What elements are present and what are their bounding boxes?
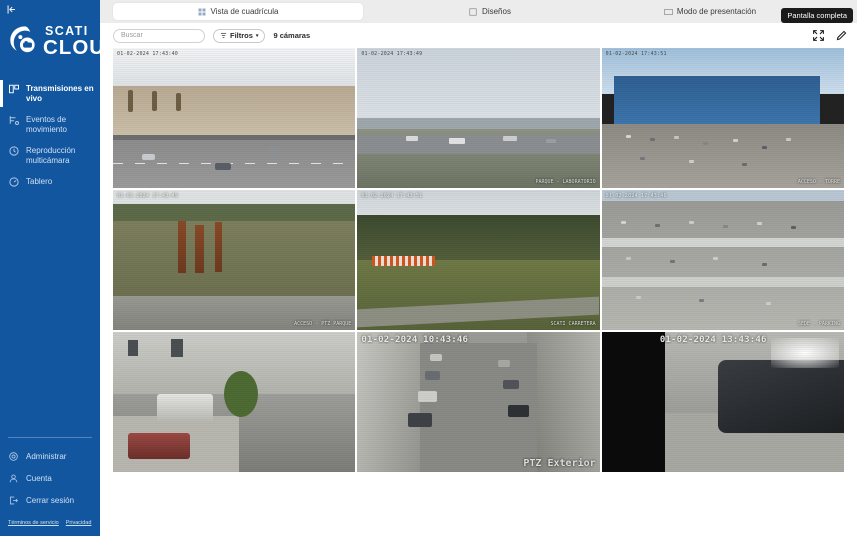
sidebar-item-transmisiones-en-vivo[interactable]: Transmisiones en vivo	[0, 78, 100, 109]
sidebar-item-administrar[interactable]: Administrar	[0, 446, 100, 468]
camera-tile[interactable]	[113, 332, 355, 472]
sidebar-item-label: Reproducción multicámara	[26, 145, 94, 166]
camera-name-label: PTZ Exterior	[523, 458, 595, 469]
camera-tile[interactable]: 01-02-2024 13:43:46	[602, 332, 844, 472]
camera-video-feed	[357, 190, 599, 330]
terms-of-service-link[interactable]: Términos de servicio	[8, 520, 59, 526]
camera-name-label: ACCESO - TORRE	[798, 179, 840, 185]
camera-name-label: SEDE - PARKING	[798, 321, 840, 327]
camera-tile[interactable]: 01-02-2024 17:43:51 SCATI CARRETERA	[357, 190, 599, 330]
view-controls	[812, 29, 848, 42]
camera-count-label: 9 cámaras	[273, 31, 310, 40]
camera-timestamp: 01-02-2024 17:43:49	[361, 51, 422, 57]
logout-icon	[8, 495, 20, 507]
camera-timestamp: 01-02-2024 17:43:51	[361, 193, 422, 199]
camera-timestamp: 01-02-2024 17:43:51	[606, 51, 667, 57]
sidebar-item-cuenta[interactable]: Cuenta	[0, 468, 100, 490]
camera-timestamp: 01-02-2024 13:43:46	[660, 335, 767, 345]
camera-name-label: PARQUE - LABORATORIO	[535, 179, 595, 185]
camera-tile[interactable]: 01-02-2024 17:43:46 SEDE - PARKING	[602, 190, 844, 330]
camera-tile[interactable]: 01-02-2024 17:43:49 ACCESO - PTZ PARQUE	[113, 190, 355, 330]
multicamera-playback-icon	[8, 145, 20, 157]
sidebar-item-eventos-de-movimiento[interactable]: Eventos de movimiento	[0, 109, 100, 140]
fullscreen-expand-icon	[812, 33, 825, 45]
collapse-left-icon	[6, 4, 17, 15]
camera-name-label: ACCESO - PTZ PARQUE	[294, 321, 351, 327]
camera-video-feed	[113, 332, 355, 472]
tab-disenos[interactable]: Diseños	[415, 3, 565, 20]
camera-timestamp: 01-02-2024 10:43:46	[361, 335, 468, 345]
tab-label: Diseños	[482, 7, 511, 16]
sidebar-item-label: Cerrar sesión	[26, 495, 74, 506]
grid-view-icon	[198, 8, 206, 16]
sidebar: SCATI CLOUD Transmisiones en vivo	[0, 0, 100, 536]
camera-timestamp: 01-02-2024 17:43:49	[117, 193, 178, 199]
camera-tile[interactable]: 01-02-2024 10:43:46 PTZ Exterior	[357, 332, 599, 472]
filters-label: Filtros	[230, 31, 253, 40]
filters-button[interactable]: Filtros ▾	[213, 29, 265, 43]
sidebar-bottom: Administrar Cuenta Cerrar sesión	[0, 437, 100, 536]
presentation-mode-icon	[664, 8, 672, 16]
camera-video-feed	[602, 48, 844, 188]
main-content: Vista de cuadrícula Diseños Modo de pres…	[100, 0, 857, 536]
scati-logo-icon	[8, 24, 42, 58]
scati-cloud-app: SCATI CLOUD Transmisiones en vivo	[0, 0, 857, 536]
camera-tile[interactable]: 01-02-2024 17:43:40	[113, 48, 355, 188]
sidebar-item-label: Transmisiones en vivo	[26, 83, 94, 104]
gear-icon	[8, 451, 20, 463]
search-input-wrapper[interactable]	[113, 29, 205, 43]
sidebar-nav: Transmisiones en vivo Eventos de movimie…	[0, 78, 100, 193]
sidebar-divider	[8, 437, 92, 438]
camera-grid: 01-02-2024 17:43:40 01-02-2024 17:43:49 …	[113, 48, 844, 472]
sidebar-item-cerrar-sesion[interactable]: Cerrar sesión	[0, 490, 100, 512]
view-tabs-bar: Vista de cuadrícula Diseños Modo de pres…	[100, 0, 857, 23]
camera-video-feed	[113, 48, 355, 188]
sidebar-collapse-button[interactable]	[0, 0, 100, 18]
camera-tile[interactable]: 01-02-2024 17:43:51 ACCESO - TORRE	[602, 48, 844, 188]
camera-timestamp: 01-02-2024 17:43:46	[606, 193, 667, 199]
fullscreen-button[interactable]	[812, 29, 825, 42]
dashboard-icon	[8, 176, 20, 188]
tab-vista-de-cuadricula[interactable]: Vista de cuadrícula	[113, 3, 363, 20]
camera-video-feed	[602, 332, 844, 472]
sidebar-item-label: Administrar	[26, 451, 66, 462]
edit-layout-button[interactable]	[835, 29, 848, 42]
tab-modo-de-presentacion[interactable]: Modo de presentación	[625, 3, 795, 20]
camera-timestamp: 01-02-2024 17:43:40	[117, 51, 178, 57]
fullscreen-tooltip: Pantalla completa	[781, 8, 853, 23]
camera-video-feed	[357, 332, 599, 472]
camera-tile[interactable]: 01-02-2024 17:43:49 PARQUE - LABORATORIO	[357, 48, 599, 188]
sidebar-item-label: Eventos de movimiento	[26, 114, 94, 135]
sidebar-item-label: Cuenta	[26, 473, 52, 484]
privacy-link[interactable]: Privacidad	[66, 520, 92, 526]
tab-label: Vista de cuadrícula	[211, 7, 279, 16]
brand-logo: SCATI CLOUD	[0, 18, 100, 68]
pencil-edit-icon	[835, 33, 848, 45]
sidebar-item-tablero[interactable]: Tablero	[0, 171, 100, 193]
bottom-blank-area	[100, 474, 857, 536]
camera-video-feed	[357, 48, 599, 188]
camera-grid-wrapper: 01-02-2024 17:43:40 01-02-2024 17:43:49 …	[113, 48, 844, 472]
chevron-down-icon: ▾	[256, 33, 259, 39]
search-input[interactable]	[121, 32, 197, 39]
filter-icon	[220, 32, 227, 39]
live-streams-icon	[8, 83, 20, 95]
filter-toolbar: Filtros ▾ 9 cámaras	[100, 23, 857, 48]
tab-label: Modo de presentación	[677, 7, 756, 16]
legal-links: Términos de servicio Privacidad	[0, 512, 100, 530]
sidebar-item-label: Tablero	[26, 176, 52, 187]
layouts-icon	[469, 8, 477, 16]
user-icon	[8, 473, 20, 485]
camera-video-feed	[113, 190, 355, 330]
motion-events-icon	[8, 114, 20, 126]
camera-name-label: SCATI CARRETERA	[551, 321, 596, 327]
camera-video-feed	[602, 190, 844, 330]
sidebar-item-reproduccion-multicamara[interactable]: Reproducción multicámara	[0, 140, 100, 171]
